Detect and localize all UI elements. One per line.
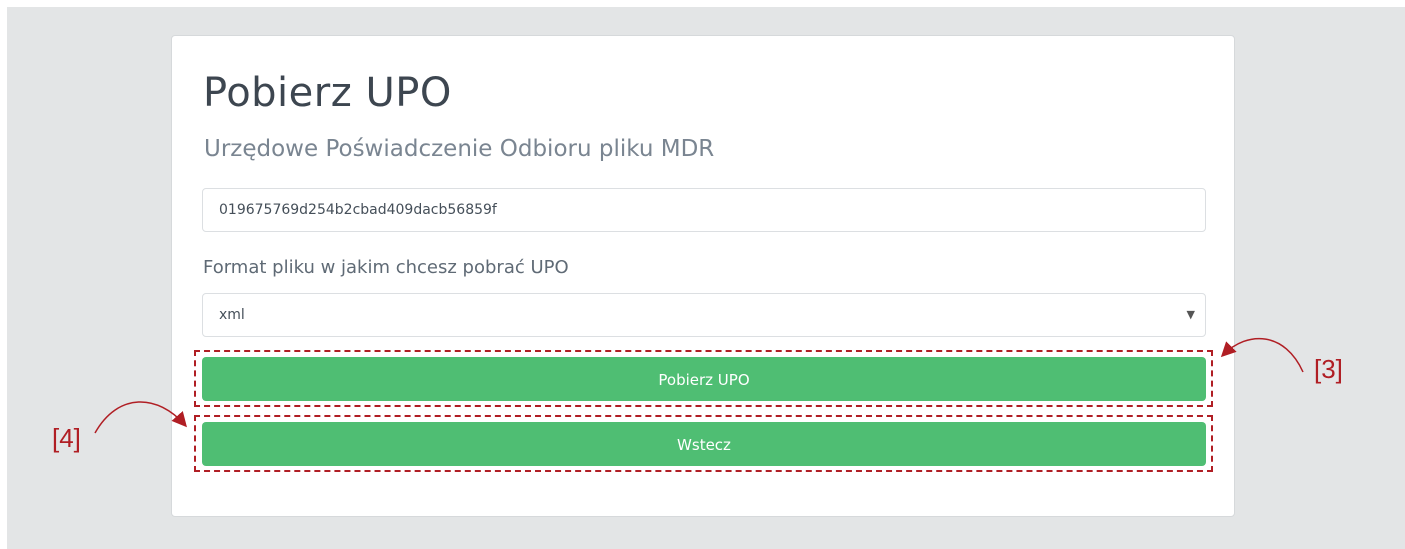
callout-arrow-3 <box>1220 337 1304 373</box>
callout-label-4: [4] <box>52 423 81 453</box>
callout-arrow-4 <box>94 401 187 434</box>
callout-arrows <box>94 337 1304 434</box>
callout-label-3: [3] <box>1314 354 1343 384</box>
